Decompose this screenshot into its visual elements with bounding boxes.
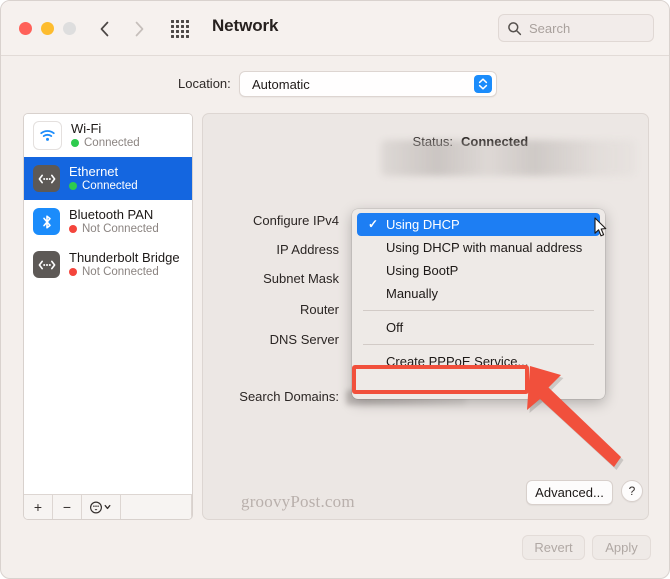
minimize-window-button[interactable] <box>41 22 54 35</box>
status-dot-connected <box>71 139 79 148</box>
chevron-right-icon[interactable] <box>128 17 150 41</box>
menu-separator <box>363 310 594 311</box>
menu-item-using-bootp[interactable]: Using BootP <box>357 259 600 282</box>
sidebar-item-text: Ethernet Connected <box>69 163 138 193</box>
location-label: Location: <box>178 76 231 91</box>
search-placeholder: Search <box>529 21 571 36</box>
help-button[interactable]: ? <box>621 480 643 502</box>
label-router: Router <box>299 302 339 317</box>
revert-button[interactable]: Revert <box>522 535 585 560</box>
sidebar-item-text: Wi-Fi Connected <box>71 120 140 150</box>
status-text: Connected <box>82 180 138 193</box>
status-text: Connected <box>84 137 140 150</box>
menu-item-manually[interactable]: Manually <box>357 282 600 305</box>
sidebar-toolbar-spacer <box>121 495 192 519</box>
search-input[interactable]: Search <box>498 14 654 42</box>
show-all-grid-icon[interactable] <box>171 20 190 39</box>
mouse-cursor <box>594 217 608 238</box>
sidebar-item-status: Not Connected <box>69 266 180 278</box>
sidebar-item-status: Connected <box>71 137 140 149</box>
status-dot-disconnected <box>69 268 77 277</box>
add-service-button[interactable]: + <box>24 495 53 519</box>
sidebar-item-status: Connected <box>69 180 138 192</box>
close-window-button[interactable] <box>19 22 32 35</box>
label-configure-ipv4: Configure IPv4 <box>253 213 339 228</box>
network-preferences-window: Network Search Location: Automatic Wi-Fi… <box>0 0 670 579</box>
sidebar-item-thunderbolt-bridge[interactable]: Thunderbolt Bridge Not Connected <box>24 243 192 286</box>
wifi-icon <box>33 121 62 150</box>
apply-button[interactable]: Apply <box>592 535 651 560</box>
sidebar-item-text: Bluetooth PAN Not Connected <box>69 206 159 236</box>
label-dns-server: DNS Server <box>269 332 339 347</box>
status-description-blurred <box>381 140 636 176</box>
sidebar-item-label: Wi-Fi <box>71 120 102 136</box>
sidebar-item-label: Ethernet <box>69 163 119 179</box>
sidebar-item-status: Not Connected <box>69 223 159 235</box>
sidebar-item-wifi[interactable]: Wi-Fi Connected <box>24 114 192 157</box>
menu-item-label: Off <box>386 320 404 335</box>
remove-service-button[interactable]: − <box>53 495 82 519</box>
ethernet-icon <box>33 165 60 192</box>
menu-item-label: Using BootP <box>386 263 459 278</box>
window-titlebar: Network Search <box>1 1 669 56</box>
network-services-sidebar: Wi-Fi Connected Ethernet Connected Bluet… <box>23 113 193 520</box>
menu-separator <box>363 344 594 345</box>
sidebar-item-text: Thunderbolt Bridge Not Connected <box>69 249 180 279</box>
watermark: groovyPost.com <box>241 492 355 511</box>
sidebar-item-bluetooth-pan[interactable]: Bluetooth PAN Not Connected <box>24 200 192 243</box>
menu-item-label: Create PPPoE Service... <box>386 354 529 369</box>
chevron-left-icon[interactable] <box>94 17 116 41</box>
search-icon <box>507 21 522 36</box>
location-selected-value: Automatic <box>252 77 310 92</box>
status-text: Not Connected <box>82 223 159 236</box>
menu-item-label: Using DHCP with manual address <box>386 240 583 255</box>
page-title: Network <box>212 16 279 35</box>
checkmark-icon: ✓ <box>368 217 379 231</box>
status-dot-connected <box>69 182 77 191</box>
label-subnet-mask: Subnet Mask <box>263 271 339 286</box>
label-ip-address: IP Address <box>276 242 339 257</box>
advanced-button[interactable]: Advanced... <box>526 480 613 505</box>
sidebar-item-label: Bluetooth PAN <box>69 206 154 222</box>
annotation-arrow-icon <box>516 356 641 486</box>
status-text: Not Connected <box>82 266 159 279</box>
menu-item-off[interactable]: Off <box>357 316 600 339</box>
menu-item-using-dhcp[interactable]: ✓ Using DHCP <box>357 213 600 236</box>
ethernet-icon <box>33 251 60 278</box>
chevron-up-down-icon[interactable] <box>474 75 492 93</box>
network-services-list: Wi-Fi Connected Ethernet Connected Bluet… <box>24 114 192 495</box>
label-search-domains: Search Domains: <box>239 389 339 404</box>
sidebar-toolbar: + − <box>24 494 192 519</box>
sidebar-item-label: Thunderbolt Bridge <box>69 249 180 265</box>
sidebar-item-ethernet[interactable]: Ethernet Connected <box>24 157 192 200</box>
bluetooth-icon <box>33 208 60 235</box>
menu-item-label: Using DHCP <box>386 217 460 232</box>
service-options-button[interactable] <box>82 495 121 519</box>
status-dot-disconnected <box>69 225 77 234</box>
menu-item-label: Manually <box>386 286 439 301</box>
menu-item-using-dhcp-manual-address[interactable]: Using DHCP with manual address <box>357 236 600 259</box>
location-select[interactable]: Automatic <box>239 71 497 97</box>
maximize-window-button[interactable] <box>63 22 76 35</box>
